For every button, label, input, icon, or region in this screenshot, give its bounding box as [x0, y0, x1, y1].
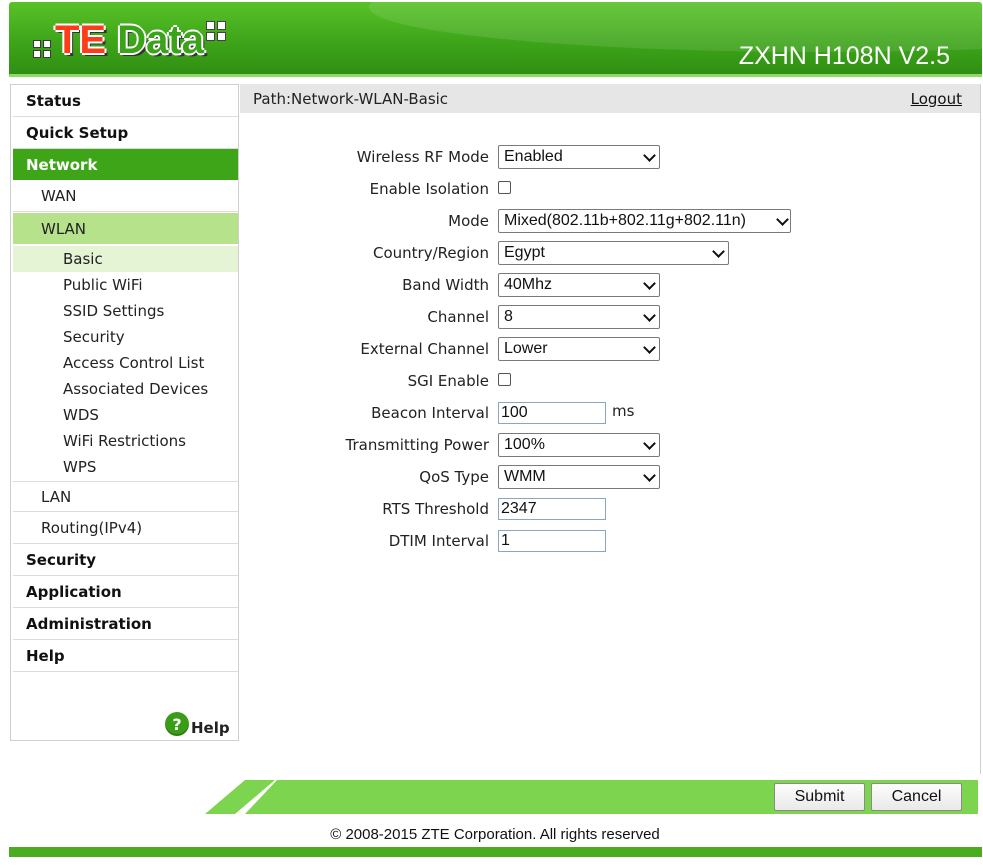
row-transmitting-power: Transmitting Power 100% [240, 433, 980, 457]
help-link[interactable]: ? Help [165, 711, 230, 737]
label-sgi-enable: SGI Enable [407, 372, 489, 390]
sidebar-leaf-wps[interactable]: WPS [13, 454, 238, 480]
row-qos-type: QoS Type WMM [240, 465, 980, 489]
label-dtim-interval: DTIM Interval [388, 532, 489, 550]
main-content: Path:Network-WLAN-Basic Logout Wireless … [240, 84, 981, 774]
band-width-select[interactable]: 40Mhz [498, 273, 660, 297]
logo-text: TE Data [55, 17, 204, 62]
row-dtim-interval: DTIM Interval 1 [240, 529, 980, 553]
label-enable-isolation: Enable Isolation [369, 180, 489, 198]
sidebar-item-lan[interactable]: LAN [13, 481, 238, 512]
chevron-down-icon [643, 437, 656, 450]
sidebar-leaf-ssid-settings[interactable]: SSID Settings [13, 298, 238, 324]
cancel-button[interactable]: Cancel [871, 783, 962, 811]
bottom-strip [9, 847, 982, 857]
logo-dots [33, 40, 51, 58]
chevron-down-icon [643, 149, 656, 162]
mode-select[interactable]: Mixed(802.11b+802.11g+802.11n) [498, 209, 791, 233]
row-band-width: Band Width 40Mhz [240, 273, 980, 297]
sidebar-item-wan[interactable]: WAN [13, 181, 238, 212]
label-wireless-rf-mode: Wireless RF Mode [356, 148, 489, 166]
logout-link[interactable]: Logout [911, 90, 962, 108]
model-name: ZXHN H108N V2.5 [738, 42, 950, 70]
row-sgi-enable: SGI Enable [240, 369, 980, 393]
label-beacon-interval: Beacon Interval [371, 404, 489, 422]
rts-threshold-input[interactable]: 2347 [498, 498, 606, 520]
sidebar: Status Quick Setup Network WAN WLAN Basi… [10, 84, 239, 741]
chevron-down-icon [643, 341, 656, 354]
chevron-down-icon [776, 213, 789, 226]
chevron-down-icon [643, 277, 656, 290]
sidebar-leaf-wifi-restrictions[interactable]: WiFi Restrictions [13, 428, 238, 454]
nav-security[interactable]: Security [13, 545, 238, 576]
label-mode: Mode [448, 212, 489, 230]
help-link-label: Help [191, 719, 230, 737]
sidebar-leaf-basic[interactable]: Basic [13, 246, 238, 272]
sgi-enable-checkbox[interactable] [498, 373, 511, 386]
breadcrumb-bar: Path:Network-WLAN-Basic Logout [240, 84, 980, 113]
beacon-interval-input[interactable]: 100 [498, 402, 606, 424]
sidebar-leaf-access-control-list[interactable]: Access Control List [13, 350, 238, 376]
label-qos-type: QoS Type [419, 468, 489, 486]
te-data-logo: TE Data [33, 12, 226, 68]
nav-administration[interactable]: Administration [13, 609, 238, 640]
header-banner: TE Data ZXHN H108N V2.5 [9, 2, 982, 74]
nav-quick-setup[interactable]: Quick Setup [13, 118, 238, 149]
sidebar-item-wlan[interactable]: WLAN [13, 213, 238, 244]
nav-network[interactable]: Network [13, 149, 238, 180]
sidebar-leaf-wds[interactable]: WDS [13, 402, 238, 428]
row-external-channel: External Channel Lower [240, 337, 980, 361]
row-rts-threshold: RTS Threshold 2347 [240, 497, 980, 521]
row-wireless-rf-mode: Wireless RF Mode Enabled [240, 145, 980, 169]
nav-status[interactable]: Status [13, 86, 238, 117]
label-country-region: Country/Region [373, 244, 489, 262]
nav-application[interactable]: Application [13, 577, 238, 608]
sidebar-leaf-public-wifi[interactable]: Public WiFi [13, 272, 238, 298]
question-mark-icon: ? [165, 712, 189, 736]
chevron-down-icon [712, 245, 725, 258]
row-beacon-interval: Beacon Interval 100 ms [240, 401, 980, 425]
dtim-interval-input[interactable]: 1 [498, 530, 606, 552]
breadcrumb: Path:Network-WLAN-Basic [253, 89, 449, 108]
beacon-interval-unit: ms [612, 402, 635, 420]
qos-type-select[interactable]: WMM [498, 465, 660, 489]
label-band-width: Band Width [402, 276, 489, 294]
enable-isolation-checkbox[interactable] [498, 181, 511, 194]
country-region-select[interactable]: Egypt [498, 241, 729, 265]
chevron-down-icon [643, 309, 656, 322]
nav-help[interactable]: Help [13, 641, 238, 672]
label-channel: Channel [427, 308, 489, 326]
header-divider [9, 74, 982, 77]
row-country-region: Country/Region Egypt [240, 241, 980, 265]
label-external-channel: External Channel [360, 340, 489, 358]
chevron-down-icon [643, 469, 656, 482]
wireless-rf-mode-select[interactable]: Enabled [498, 145, 660, 169]
sidebar-leaf-associated-devices[interactable]: Associated Devices [13, 376, 238, 402]
row-enable-isolation: Enable Isolation [240, 177, 980, 201]
sidebar-leaf-security[interactable]: Security [13, 324, 238, 350]
row-mode: Mode Mixed(802.11b+802.11g+802.11n) [240, 209, 980, 233]
transmitting-power-select[interactable]: 100% [498, 433, 660, 457]
channel-select[interactable]: 8 [498, 305, 660, 329]
external-channel-select[interactable]: Lower [498, 337, 660, 361]
label-transmitting-power: Transmitting Power [345, 436, 490, 454]
row-channel: Channel 8 [240, 305, 980, 329]
logo-squares [205, 21, 226, 41]
label-rts-threshold: RTS Threshold [382, 500, 489, 518]
sidebar-item-routing-ipv4[interactable]: Routing(IPv4) [13, 513, 238, 544]
submit-button[interactable]: Submit [774, 783, 865, 811]
copyright-text: © 2008-2015 ZTE Corporation. All rights … [330, 826, 660, 843]
